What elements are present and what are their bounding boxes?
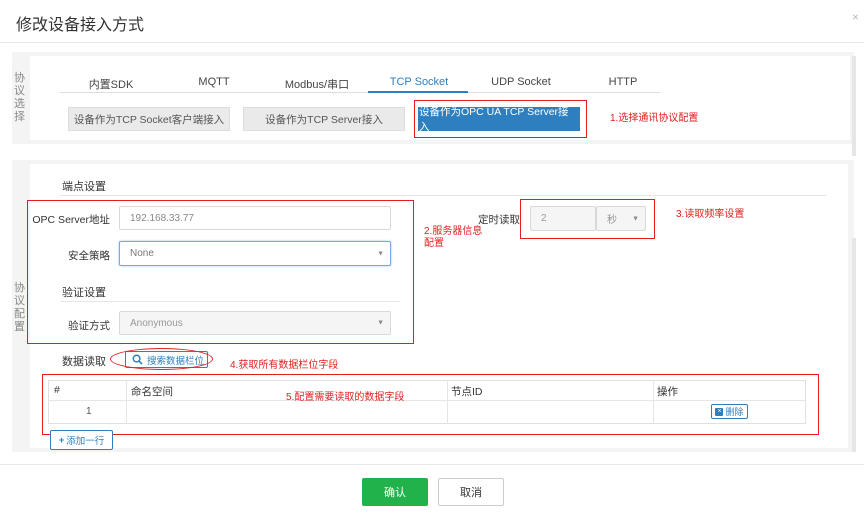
tab-modbus[interactable]: Modbus/串口 [272, 76, 362, 92]
tab-mqtt[interactable]: MQTT [169, 76, 259, 88]
annotation-3: 3.读取频率设置 [676, 209, 745, 220]
footer-divider [0, 464, 864, 465]
dialog-title: 修改设备接入方式 [16, 17, 145, 34]
annotation-1: 1.选择通讯协议配置 [610, 113, 699, 124]
tab-udp-socket[interactable]: UDP Socket [476, 76, 566, 88]
annotation-box-1 [414, 100, 587, 138]
mode-tcp-client-button[interactable]: 设备作为TCP Socket客户端接入 [68, 107, 230, 131]
tab-tcp-socket[interactable]: TCP Socket [374, 76, 464, 88]
add-row-button[interactable]: + 添加一行 [50, 430, 113, 450]
annotation-box-3 [520, 199, 655, 239]
annotation-2-line1: 2.服务器信息 [424, 226, 483, 237]
scrollbar-right-top[interactable] [852, 56, 856, 156]
annotation-4: 4.获取所有数据栏位字段 [230, 360, 339, 371]
cancel-button[interactable]: 取消 [438, 478, 504, 506]
plus-icon: + [58, 434, 65, 446]
endpoint-title: 端点设置 [62, 181, 106, 193]
scrollbar-right-bottom[interactable] [852, 238, 856, 452]
annotation-ellipse-4 [110, 348, 213, 370]
tab-sdk[interactable]: 内置SDK [66, 76, 156, 92]
close-icon[interactable]: × [852, 10, 859, 24]
tab-underline [60, 92, 660, 93]
protocol-side-label: 协议选择 [14, 72, 25, 123]
annotation-5: 5.配置需要读取的数据字段 [286, 392, 405, 403]
annotation-2-line2: 配置 [424, 238, 444, 249]
confirm-button[interactable]: 确认 [362, 478, 428, 506]
modal-dialog: 修改设备接入方式 × 协议选择 内置SDK MQTT Modbus/串口 TCP… [0, 0, 864, 512]
annotation-box-2 [27, 200, 414, 344]
timer-label: 定时读取 [478, 214, 520, 226]
annotation-box-5 [42, 374, 819, 435]
tab-http[interactable]: HTTP [578, 76, 668, 88]
tab-active-indicator [368, 91, 468, 93]
add-row-label: 添加一行 [66, 436, 105, 447]
header-divider [0, 42, 864, 43]
config-side-label: 协议配置 [14, 282, 25, 333]
data-read-title: 数据读取 [62, 356, 106, 368]
mode-tcp-server-button[interactable]: 设备作为TCP Server接入 [243, 107, 405, 131]
endpoint-divider [60, 195, 826, 196]
